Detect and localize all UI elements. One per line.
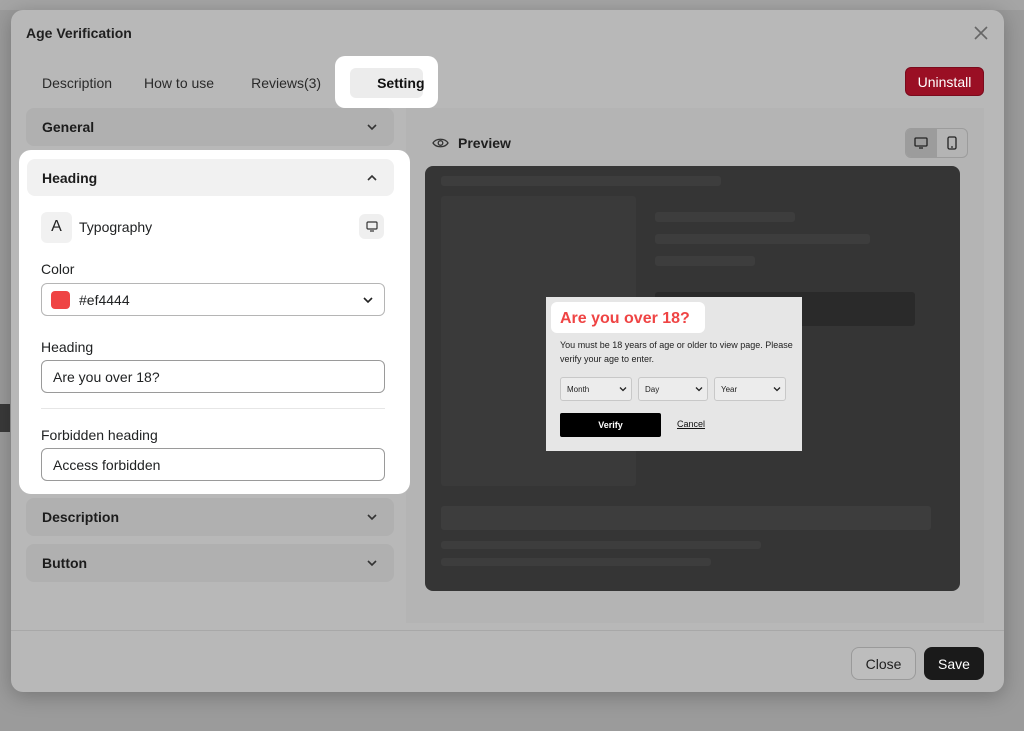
tab-description[interactable]: Description: [26, 62, 128, 104]
heading-settings-card: Heading A Typography Color #ef4444 Headi…: [21, 152, 408, 492]
color-label: Color: [41, 261, 75, 277]
accordion-description[interactable]: Description: [26, 498, 394, 536]
tab-how-to-use[interactable]: How to use: [128, 62, 230, 104]
month-select[interactable]: Month: [560, 377, 632, 401]
ghost-line: [441, 541, 761, 549]
color-select[interactable]: #ef4444: [41, 283, 385, 316]
accordion-heading-label: Heading: [42, 169, 98, 186]
chevron-down-icon: [619, 387, 627, 392]
tab-bar: Description How to use Reviews(3) Settin…: [26, 62, 441, 104]
color-value: #ef4444: [79, 291, 130, 308]
chevron-down-icon: [695, 387, 703, 392]
day-select-label: Day: [645, 384, 660, 394]
date-selects: Month Day Year: [560, 377, 786, 401]
chevron-down-icon: [367, 514, 377, 521]
day-select[interactable]: Day: [638, 377, 708, 401]
popup-heading: Are you over 18?: [560, 310, 690, 327]
uninstall-button[interactable]: Uninstall: [905, 67, 984, 96]
save-button[interactable]: Save: [924, 647, 984, 680]
verify-button[interactable]: Verify: [560, 413, 661, 437]
modal-header: Age Verification: [11, 10, 1004, 56]
chevron-down-icon: [367, 124, 377, 131]
tab-reviews[interactable]: Reviews(3): [230, 62, 337, 104]
background-top-strip: [0, 0, 1024, 10]
color-swatch[interactable]: [51, 290, 70, 309]
footer-divider: [11, 630, 1004, 631]
chevron-up-icon: [367, 174, 377, 181]
accordion-general-label: General: [42, 119, 95, 135]
year-select[interactable]: Year: [714, 377, 786, 401]
ghost-bar: [441, 506, 931, 530]
chevron-down-icon: [773, 387, 781, 392]
desktop-icon: [914, 137, 928, 149]
tab-setting[interactable]: Setting: [337, 62, 440, 104]
eye-icon: [432, 138, 449, 148]
typography-icon: A: [41, 211, 72, 243]
forbidden-heading-label: Forbidden heading: [41, 427, 158, 443]
ghost-line: [655, 212, 795, 222]
accordion-button[interactable]: Button: [26, 544, 394, 582]
year-select-label: Year: [721, 384, 738, 394]
heading-input[interactable]: Are you over 18?: [41, 360, 385, 393]
close-icon[interactable]: [970, 22, 992, 44]
ghost-breadcrumb: [441, 176, 721, 186]
preview-header: Preview: [432, 135, 511, 151]
popup-message: You must be 18 years of age or older to …: [560, 340, 793, 364]
mobile-view-button[interactable]: [937, 129, 968, 157]
accordion-description-label: Description: [42, 509, 120, 525]
mobile-icon: [947, 136, 957, 150]
forbidden-heading-input[interactable]: Access forbidden: [41, 448, 385, 481]
chevron-down-icon: [367, 560, 377, 567]
typography-label: Typography: [79, 219, 153, 235]
ghost-line: [655, 256, 755, 266]
ghost-line: [655, 234, 870, 244]
accordion-heading[interactable]: Heading: [27, 159, 394, 196]
desktop-view-button[interactable]: [906, 129, 937, 157]
ghost-line: [441, 558, 711, 566]
device-toggle: [905, 128, 968, 158]
desktop-icon: [365, 221, 378, 232]
chevron-down-icon: [363, 296, 373, 303]
section-divider: [41, 408, 385, 409]
preview-title: Preview: [458, 135, 511, 151]
month-select-label: Month: [567, 384, 590, 394]
heading-field-label: Heading: [41, 339, 94, 355]
typography-device-button[interactable]: [359, 214, 384, 239]
close-button[interactable]: Close: [851, 647, 916, 680]
typography-row[interactable]: A Typography: [41, 211, 384, 243]
age-verification-popup: Are you over 18? You must be 18 years of…: [546, 297, 802, 451]
cancel-link[interactable]: Cancel: [677, 419, 705, 429]
modal-title: Age Verification: [26, 25, 132, 41]
accordion-general[interactable]: General: [26, 108, 394, 146]
accordion-button-label: Button: [42, 555, 88, 571]
